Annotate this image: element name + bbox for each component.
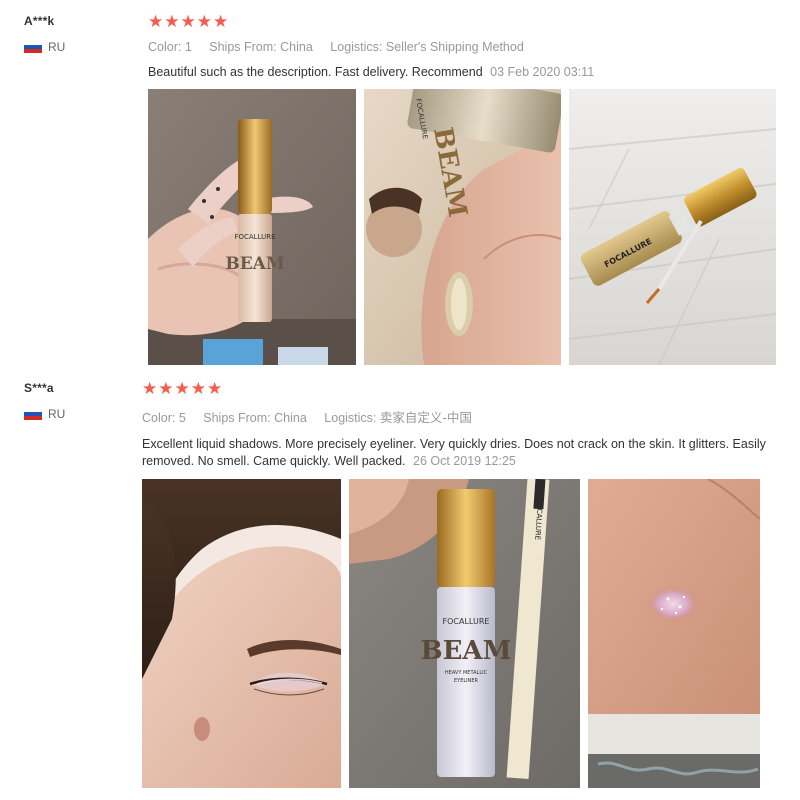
review-body: ★ ★ ★ ★ ★ Color: 1 Ships From: China Log… bbox=[148, 12, 788, 365]
photo-eye-makeup-applied[interactable] bbox=[142, 479, 341, 788]
logistics-label: Logistics: bbox=[324, 411, 377, 425]
ships-from-label: Ships From: bbox=[209, 40, 277, 54]
review-date: 03 Feb 2020 03:11 bbox=[490, 65, 595, 79]
reviewer-info: A***k RU bbox=[24, 14, 134, 54]
star-icon: ★ bbox=[164, 12, 180, 31]
country-code: RU bbox=[48, 407, 66, 421]
svg-text:FOCALLURE: FOCALLURE bbox=[234, 233, 275, 241]
color-label: Color: bbox=[148, 40, 182, 54]
color-value: 5 bbox=[178, 411, 186, 425]
review-photos: FOCALLURE BEAM HEAVY METALLIC EYELINER F… bbox=[142, 479, 792, 788]
star-icon: ★ bbox=[174, 379, 190, 398]
reviewer-name: S***a bbox=[24, 381, 54, 395]
reviewer-country: RU bbox=[24, 407, 134, 421]
photo-open-eyeliner-bottle[interactable]: FOCALLURE bbox=[569, 89, 776, 365]
star-icon: ★ bbox=[148, 12, 164, 31]
review-photos: FOCALLURE BEAM BEAM FOCALLURE FOCALLURE bbox=[148, 89, 788, 365]
logistics-value: 卖家自定义-中国 bbox=[379, 410, 472, 425]
photo-pink-glitter-swatch[interactable] bbox=[588, 479, 760, 788]
photo-beam-eyeliner-and-pen[interactable]: FOCALLURE BEAM HEAVY METALLIC EYELINER F… bbox=[349, 479, 580, 788]
color-label: Color: bbox=[142, 411, 176, 425]
svg-text:BEAM: BEAM bbox=[225, 254, 285, 274]
review-date: 26 Oct 2019 12:25 bbox=[413, 454, 516, 468]
svg-text:BEAM: BEAM bbox=[421, 636, 512, 666]
country-code: RU bbox=[48, 40, 66, 54]
photo-image bbox=[588, 479, 760, 788]
star-icon: ★ bbox=[180, 12, 196, 31]
ships-from-label: Ships From: bbox=[203, 411, 271, 425]
svg-text:HEAVY METALLIC: HEAVY METALLIC bbox=[445, 670, 488, 676]
color-value: 1 bbox=[184, 40, 192, 54]
reviewer-name: A***k bbox=[24, 14, 55, 28]
russia-flag-icon bbox=[24, 41, 42, 53]
photo-image: BEAM FOCALLURE bbox=[364, 89, 561, 365]
star-icon: ★ bbox=[207, 379, 223, 398]
ships-from-value: China bbox=[274, 411, 307, 425]
photo-hand-holding-beam-eyeliner[interactable]: FOCALLURE BEAM bbox=[148, 89, 356, 365]
review-text: Beautiful such as the description. Fast … bbox=[148, 64, 788, 81]
star-icon: ★ bbox=[196, 12, 212, 31]
logistics-value: Seller's Shipping Method bbox=[385, 40, 524, 54]
russia-flag-icon bbox=[24, 408, 42, 420]
star-icon: ★ bbox=[142, 379, 158, 398]
review-content: Beautiful such as the description. Fast … bbox=[148, 65, 483, 79]
photo-image: FOCALLURE bbox=[569, 89, 776, 365]
reviewer-country: RU bbox=[24, 40, 134, 54]
logistics-label: Logistics: bbox=[330, 40, 383, 54]
svg-text:EYELINER: EYELINER bbox=[454, 678, 479, 684]
review-text: Excellent liquid shadows. More precisely… bbox=[142, 436, 792, 470]
star-icon: ★ bbox=[190, 379, 206, 398]
photo-image bbox=[142, 479, 341, 788]
photo-image: FOCALLURE BEAM HEAVY METALLIC EYELINER F… bbox=[349, 479, 580, 788]
review-body: ★ ★ ★ ★ ★ Color: 5 Ships From: China Log… bbox=[142, 379, 792, 788]
ships-from-value: China bbox=[280, 40, 313, 54]
star-icon: ★ bbox=[213, 12, 229, 31]
star-rating: ★ ★ ★ ★ ★ bbox=[142, 379, 792, 398]
order-info: Color: 1 Ships From: China Logistics: Se… bbox=[148, 40, 788, 54]
photo-image: FOCALLURE BEAM bbox=[148, 89, 356, 365]
star-icon: ★ bbox=[158, 379, 174, 398]
svg-text:FOCALLURE: FOCALLURE bbox=[443, 617, 490, 626]
reviewer-info: S***a RU bbox=[24, 381, 134, 421]
star-rating: ★ ★ ★ ★ ★ bbox=[148, 12, 788, 31]
order-info: Color: 5 Ships From: China Logistics: 卖家… bbox=[142, 407, 792, 426]
photo-glitter-swatch-on-hand[interactable]: BEAM FOCALLURE bbox=[364, 89, 561, 365]
